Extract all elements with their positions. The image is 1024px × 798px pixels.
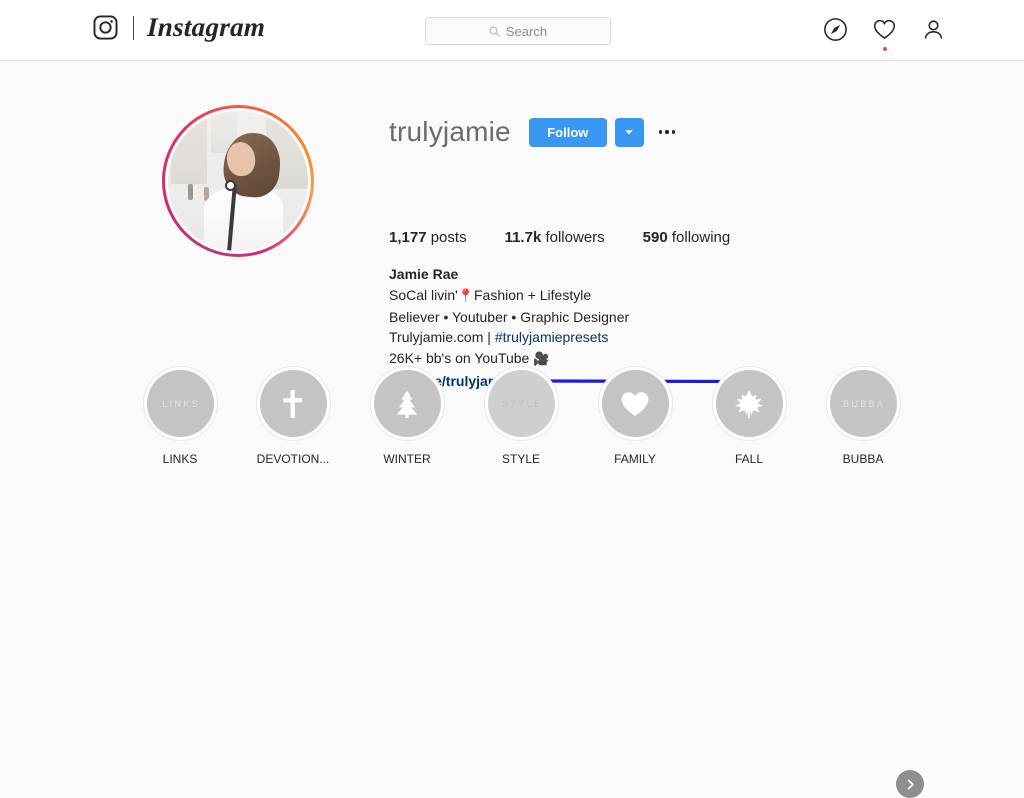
bio-line-1-b: Fashion + Lifestyle [474,287,592,303]
ellipsis-dot [658,130,663,134]
story-highlights: LINKS LINKS DEVOTION... WINTER STYLE STY… [0,366,1024,798]
ellipsis-dot [665,130,669,134]
stat-posts-value: 1,177 [389,229,427,246]
search-icon [489,25,500,37]
highlight-cover-fill: LINKS [146,370,214,437]
stat-following[interactable]: 590 following [643,229,731,246]
options-ellipsis-button[interactable] [656,121,678,143]
stat-following-value: 590 [642,229,668,246]
highlight-cover-fill [715,370,783,437]
bio-line-3: Trulyjamie.com | #trulyjamiepresets [389,327,629,348]
follow-dropdown-button[interactable] [614,117,644,147]
highlight-cover-fill [601,370,669,437]
bio-line-2: Believer • Youtuber • Graphic Designer [389,308,630,325]
highlight-cover: STYLE [483,366,559,441]
search-input[interactable]: Search [425,17,611,45]
tree-icon [390,387,424,421]
stat-followers[interactable]: 11.7k followers [505,229,605,246]
highlight-cover [369,366,445,441]
next-highlight-arrow[interactable] [896,770,924,798]
instagram-wordmark[interactable]: Instagram [146,12,265,42]
profile-stats: 1,177 posts 11.7k followers 590 followin… [389,229,768,246]
highlight-cover-fill: STYLE [487,370,555,437]
top-navigation-bar: Instagram Search [0,0,1024,61]
highlight-label: DEVOTION... [256,452,330,466]
camera-emoji: 🎥 [533,350,550,366]
instagram-logo-group[interactable]: Instagram [92,12,266,42]
highlight-family[interactable]: FAMILY [582,366,688,466]
notification-dot [882,47,887,51]
highlight-devotion[interactable]: DEVOTION... [240,366,346,466]
highlight-links[interactable]: LINKS LINKS [127,366,233,466]
heart-icon [618,387,652,421]
highlight-cover-text: LINKS [162,398,201,409]
camera-icon[interactable] [92,14,119,41]
search-placeholder: Search [505,23,548,39]
follow-button[interactable]: Follow [528,117,607,147]
avatar-ring-inner [165,108,311,254]
avatar-image [168,111,308,251]
bio-website-text: Trulyjamie.com | [389,329,495,345]
highlight-cover-text: BUBBA [842,398,886,409]
chevron-down-icon [624,127,634,137]
bio-full-name: Jamie Rae [389,266,459,282]
activity-heart-icon[interactable] [872,17,897,51]
highlight-label: FALL [734,452,764,466]
highlight-cover: BUBBA [825,366,901,441]
highlight-cover-fill [259,370,327,437]
highlight-cover-text: STYLE [501,398,543,409]
profile-person-icon[interactable] [921,17,946,42]
highlight-cover [597,366,673,441]
highlight-label: WINTER [383,452,431,466]
highlight-cover-fill: BUBBA [829,370,897,437]
header-icon-group [823,17,946,51]
highlight-label: BUBBA [842,452,884,466]
stat-followers-value: 11.7k [504,229,542,246]
bio-line-1: SoCal livin'📍Fashion + Lifestyle [389,285,629,307]
stat-posts-label: posts [430,229,467,246]
stat-following-label: following [671,229,731,246]
highlight-label: STYLE [501,452,540,466]
profile-avatar[interactable] [162,105,314,257]
highlight-style[interactable]: STYLE STYLE [468,366,574,466]
highlight-label: FAMILY [614,452,656,466]
cross-icon [276,387,310,421]
ellipsis-dot [671,130,676,134]
page-title: trulyjamie [389,116,511,147]
highlight-label: LINKS [162,452,198,466]
bio-line-4-a: 26K+ bb's on YouTube [389,349,534,366]
explore-icon[interactable] [823,17,848,42]
leaf-icon [732,387,766,421]
stat-posts[interactable]: 1,177 posts [389,229,467,246]
username-row: trulyjamie Follow [389,117,678,147]
bio-hashtag[interactable]: #trulyjamiepresets [495,329,609,345]
highlight-winter[interactable]: WINTER [354,366,460,466]
highlight-cover [255,366,331,441]
highlight-bubba[interactable]: BUBBA BUBBA [810,366,916,466]
logo-divider [133,15,134,40]
highlight-fall[interactable]: FALL [696,366,802,466]
location-pin-emoji: 📍 [457,288,474,303]
highlight-cover-fill [373,370,441,437]
highlight-cover: LINKS [142,366,218,441]
highlight-cover [711,366,787,441]
stat-followers-label: followers [545,229,605,246]
bio-line-1-a: SoCal livin' [389,287,458,303]
